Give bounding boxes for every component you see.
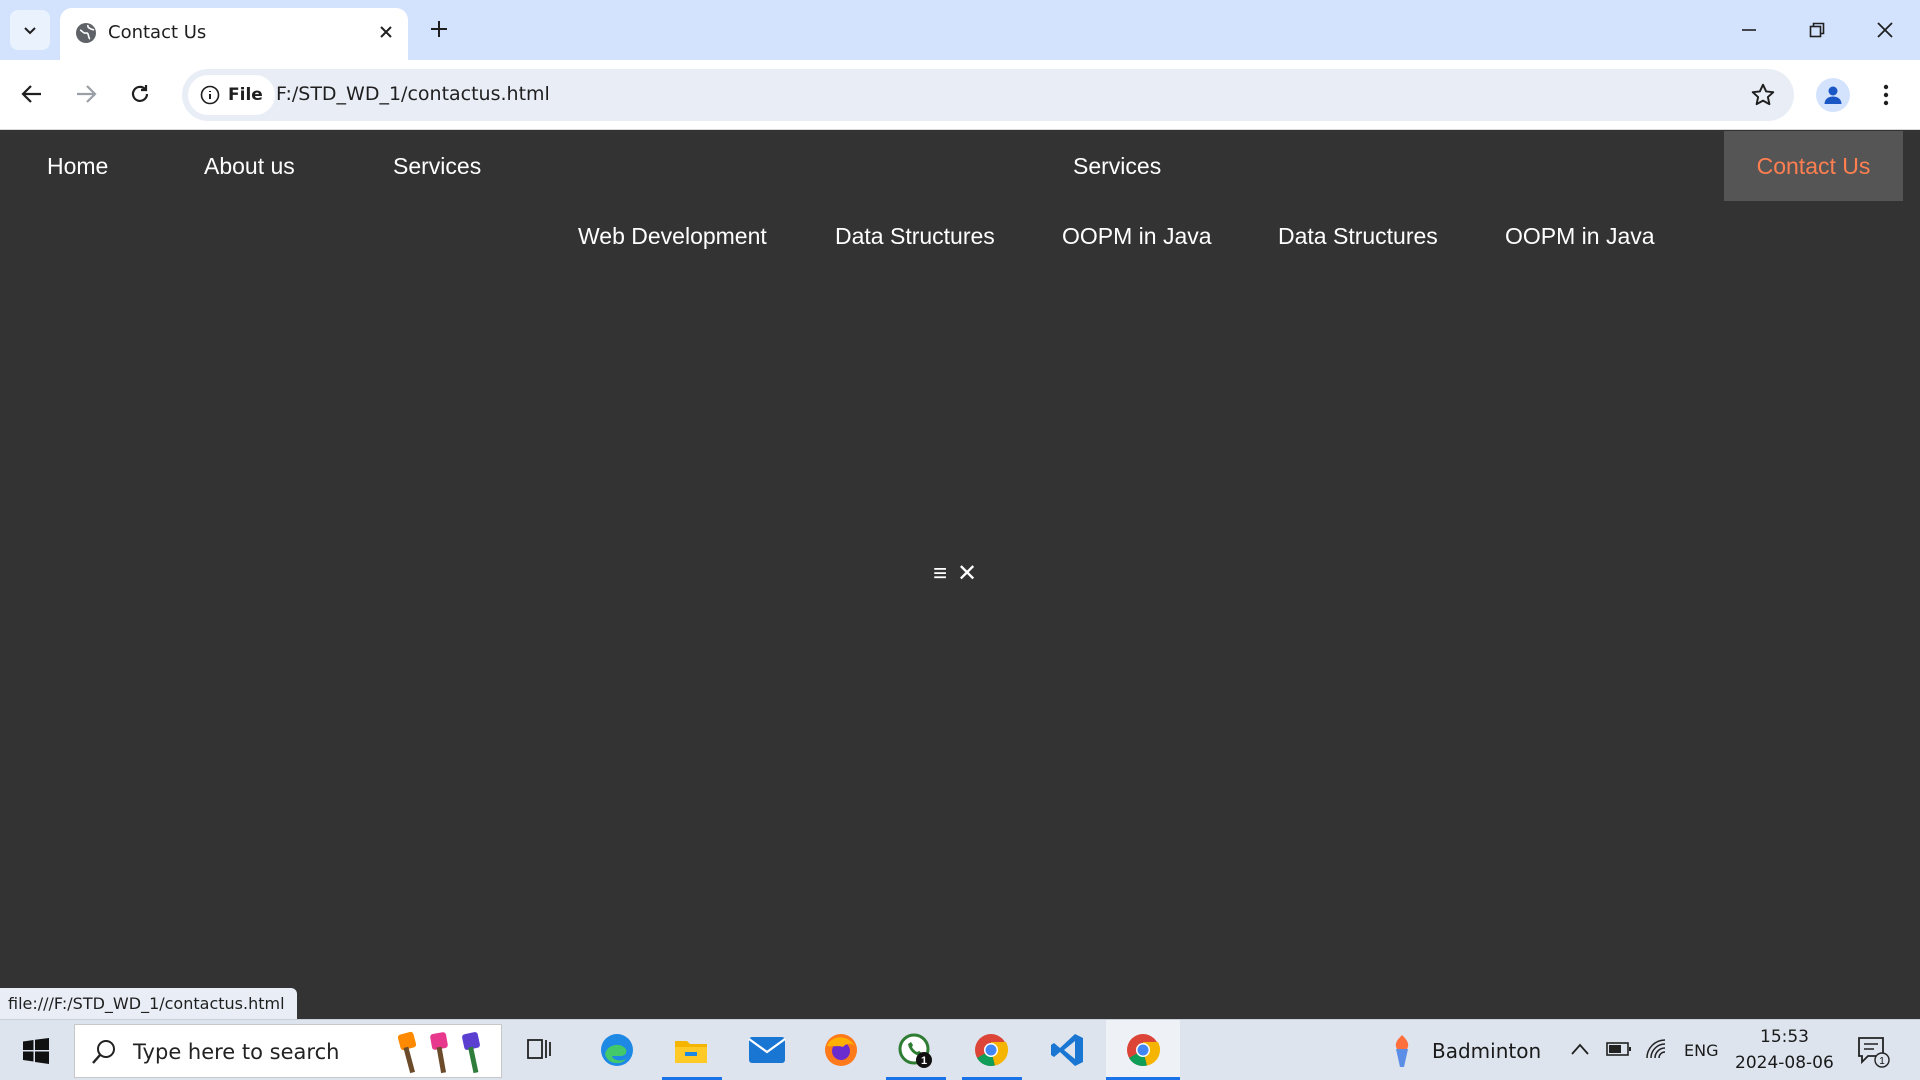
reload-icon <box>131 85 149 102</box>
notification-icon[interactable]: 1 <box>1856 1034 1890 1068</box>
browser-tab[interactable]: Contact Us <box>60 8 408 60</box>
vscode-icon <box>1051 1034 1083 1066</box>
windows-logo-icon <box>23 1038 49 1064</box>
restore-button[interactable] <box>1792 8 1842 52</box>
reload-button[interactable] <box>122 76 158 112</box>
task-view-icon <box>527 1039 551 1059</box>
tab-close-button[interactable] <box>374 20 398 44</box>
language-indicator[interactable]: ENG <box>1684 1041 1718 1060</box>
nav-services-dropdown[interactable]: Services <box>1047 131 1187 201</box>
plus-icon <box>431 21 447 37</box>
tab-search-button[interactable] <box>10 10 50 50</box>
whatsapp-icon: 1 <box>898 1033 932 1068</box>
profile-avatar[interactable] <box>1816 78 1850 112</box>
hamburger-icon[interactable]: ≡ <box>933 560 947 588</box>
close-icon[interactable]: ✕ <box>957 559 977 588</box>
tab-title: Contact Us <box>108 22 207 43</box>
vscode-button[interactable] <box>1046 1030 1088 1070</box>
chrome-icon <box>975 1034 1009 1067</box>
submenu-oopm-java[interactable]: OOPM in Java <box>1062 201 1212 271</box>
address-bar[interactable]: File F:/STD_WD_1/contactus.html <box>182 69 1794 121</box>
firefox-icon <box>825 1034 857 1066</box>
taskbar-search[interactable]: Type here to search <box>74 1024 502 1078</box>
url-text[interactable]: F:/STD_WD_1/contactus.html <box>276 83 550 105</box>
nav-home-link[interactable]: Home <box>21 131 134 201</box>
restore-icon <box>1809 22 1825 38</box>
submenu-web-development[interactable]: Web Development <box>578 201 767 271</box>
file-explorer-button[interactable] <box>670 1030 712 1070</box>
clock-date[interactable]: 2024-08-06 <box>1735 1053 1834 1073</box>
battery-icon[interactable] <box>1606 1041 1632 1057</box>
nav-contact-link[interactable]: Contact Us <box>1724 131 1903 201</box>
submenu-data-structures[interactable]: Data Structures <box>835 201 995 271</box>
minimize-icon <box>1742 29 1756 31</box>
info-icon <box>200 85 220 105</box>
file-chip-label: File <box>228 85 263 105</box>
start-button[interactable] <box>14 1034 58 1068</box>
chrome-active-button[interactable] <box>1122 1030 1164 1070</box>
weather-label[interactable]: Badminton <box>1432 1039 1541 1063</box>
browser-menu-button[interactable] <box>1874 80 1898 110</box>
submenu-data-structures-2[interactable]: Data Structures <box>1278 201 1438 271</box>
page-content: Home About us Services Services Contact … <box>0 131 1920 1019</box>
whatsapp-badge: 1 <box>921 1055 927 1067</box>
minimize-button[interactable] <box>1724 8 1774 52</box>
notification-badge: 1 <box>1879 1056 1885 1067</box>
menu-toggle: ≡ ✕ <box>933 559 977 588</box>
browser-toolbar: File F:/STD_WD_1/contactus.html <box>0 60 1920 130</box>
mail-button[interactable] <box>746 1030 788 1070</box>
whatsapp-button[interactable]: 1 <box>894 1030 936 1070</box>
close-icon <box>380 26 392 38</box>
firefox-button[interactable] <box>820 1030 862 1070</box>
chevron-down-icon <box>24 27 36 35</box>
nav-services-link[interactable]: Services <box>367 131 507 201</box>
mail-icon <box>748 1037 786 1063</box>
globe-icon <box>76 23 96 43</box>
taskbar: Type here to search 1 Badminton ENG 15:5… <box>0 1019 1920 1080</box>
search-placeholder: Type here to search <box>133 1040 340 1064</box>
chrome-icon <box>1127 1034 1161 1067</box>
weather-torch-icon <box>1395 1035 1409 1067</box>
nav-about-link[interactable]: About us <box>178 131 321 201</box>
site-info-chip[interactable]: File <box>188 75 275 115</box>
tab-strip: Contact Us <box>0 0 1920 60</box>
close-icon <box>1877 22 1893 38</box>
submenu-oopm-java-2[interactable]: OOPM in Java <box>1505 201 1655 271</box>
new-tab-button[interactable] <box>424 14 454 44</box>
bookmark-star-icon[interactable] <box>1750 82 1776 108</box>
search-icon <box>92 1040 115 1064</box>
person-icon <box>1824 86 1842 104</box>
wifi-icon[interactable] <box>1644 1037 1668 1061</box>
chrome-button[interactable] <box>970 1030 1012 1070</box>
arrow-left-icon <box>21 85 41 103</box>
folder-icon <box>675 1041 707 1063</box>
paint-brushes-icon <box>395 1031 487 1075</box>
chevron-up-icon[interactable] <box>1570 1042 1590 1056</box>
status-bubble: file:///F:/STD_WD_1/contactus.html <box>0 988 297 1019</box>
arrow-right-icon <box>77 85 97 103</box>
edge-button[interactable] <box>596 1030 638 1070</box>
more-vert-icon <box>1883 84 1889 106</box>
task-view-button[interactable] <box>518 1030 560 1070</box>
edge-icon <box>601 1034 633 1066</box>
clock-time[interactable]: 15:53 <box>1760 1027 1809 1047</box>
close-window-button[interactable] <box>1860 8 1910 52</box>
forward-button[interactable] <box>68 76 104 112</box>
back-button[interactable] <box>14 76 50 112</box>
